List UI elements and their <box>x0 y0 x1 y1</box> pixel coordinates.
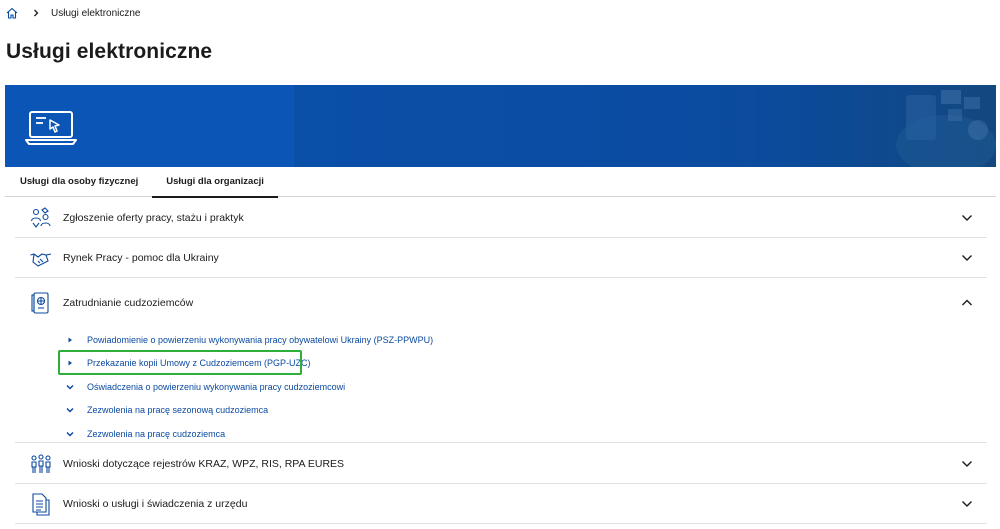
accordion-title: Zatrudnianie cudzoziemców <box>63 297 194 309</box>
list-item[interactable]: Przekazanie kopii Umowy z Cudzoziemcem (… <box>15 349 987 376</box>
tab-individual[interactable]: Usługi dla osoby fizycznej <box>5 167 152 197</box>
caret-right-icon <box>65 358 75 368</box>
accordion-title: Zgłoszenie oferty pracy, stażu i praktyk <box>63 211 244 224</box>
page-title: Usługi elektroniczne <box>6 40 213 63</box>
breadcrumb-current: Usługi elektroniczne <box>51 7 141 19</box>
job-offer-icon <box>29 206 53 230</box>
accordion-job-offer: Zgłoszenie oferty pracy, stażu i praktyk <box>15 198 987 238</box>
handshake-icon <box>29 246 53 270</box>
accordion-header[interactable]: Rynek Pracy - pomoc dla Ukrainy <box>15 238 987 277</box>
accordion-header[interactable]: Wnioski dotyczące rejestrów KRAZ, WPZ, R… <box>15 444 987 483</box>
chevron-down-icon[interactable] <box>961 253 973 263</box>
list-item-link[interactable]: Przekazanie kopii Umowy z Cudzoziemcem (… <box>87 358 311 368</box>
service-tabs: Usługi dla osoby fizycznej Usługi dla or… <box>5 167 996 198</box>
breadcrumb: Usługi elektroniczne <box>5 5 141 21</box>
list-item-link[interactable]: Zezwolenia na pracę sezonową cudzoziemca <box>87 405 268 415</box>
home-icon[interactable] <box>5 6 19 20</box>
chevron-right-icon <box>31 8 41 18</box>
chevron-up-icon[interactable] <box>961 298 973 308</box>
accordion-applications: Wnioski o usługi i świadczenia z urzędu <box>15 484 987 524</box>
accordion-header[interactable]: Wnioski o usługi i świadczenia z urzędu <box>15 484 987 523</box>
accordion-foreigners: Zatrudnianie cudzoziemców Powiadomienie … <box>15 278 987 443</box>
list-item-link[interactable]: Zezwolenia na pracę cudzoziemca <box>87 429 225 439</box>
list-item-link[interactable]: Oświadczenia o powierzeniu wykonywania p… <box>87 382 345 392</box>
chevron-down-icon[interactable] <box>961 499 973 509</box>
list-item[interactable]: Oświadczenia o powierzeniu wykonywania p… <box>15 375 987 399</box>
hero-banner <box>5 85 996 167</box>
list-item[interactable]: Powiadomienie o powierzeniu wykonywania … <box>15 328 987 352</box>
chevron-down-icon <box>65 429 75 439</box>
accordion-registers: Wnioski dotyczące rejestrów KRAZ, WPZ, R… <box>15 444 987 484</box>
accordion-title: Wnioski o usługi i świadczenia z urzędu <box>63 497 248 510</box>
accordion-title: Rynek Pracy - pomoc dla Ukrainy <box>63 251 219 264</box>
tab-organization[interactable]: Usługi dla organizacji <box>152 167 278 198</box>
list-item[interactable]: Zezwolenia na pracę cudzoziemca <box>15 422 987 446</box>
accordion-header[interactable]: Zgłoszenie oferty pracy, stażu i praktyk <box>15 198 987 237</box>
accordion-title: Wnioski dotyczące rejestrów KRAZ, WPZ, R… <box>63 457 345 470</box>
passport-icon <box>29 291 53 315</box>
list-item-link[interactable]: Powiadomienie o powierzeniu wykonywania … <box>87 335 433 345</box>
people-group-icon <box>29 452 53 476</box>
chevron-down-icon[interactable] <box>961 213 973 223</box>
accordion-ukraine-help: Rynek Pracy - pomoc dla Ukrainy <box>15 238 987 278</box>
chevron-down-icon <box>65 405 75 415</box>
banner-photo <box>896 90 996 167</box>
chevron-down-icon <box>65 382 75 392</box>
caret-right-icon <box>65 335 75 345</box>
accordion-header[interactable]: Zatrudnianie cudzoziemców <box>15 278 987 328</box>
accordion-content: Powiadomienie o powierzeniu wykonywania … <box>15 328 987 452</box>
documents-icon <box>29 492 53 516</box>
laptop-icon <box>25 105 77 152</box>
list-item[interactable]: Zezwolenia na pracę sezonową cudzoziemca <box>15 399 987 423</box>
chevron-down-icon[interactable] <box>961 459 973 469</box>
